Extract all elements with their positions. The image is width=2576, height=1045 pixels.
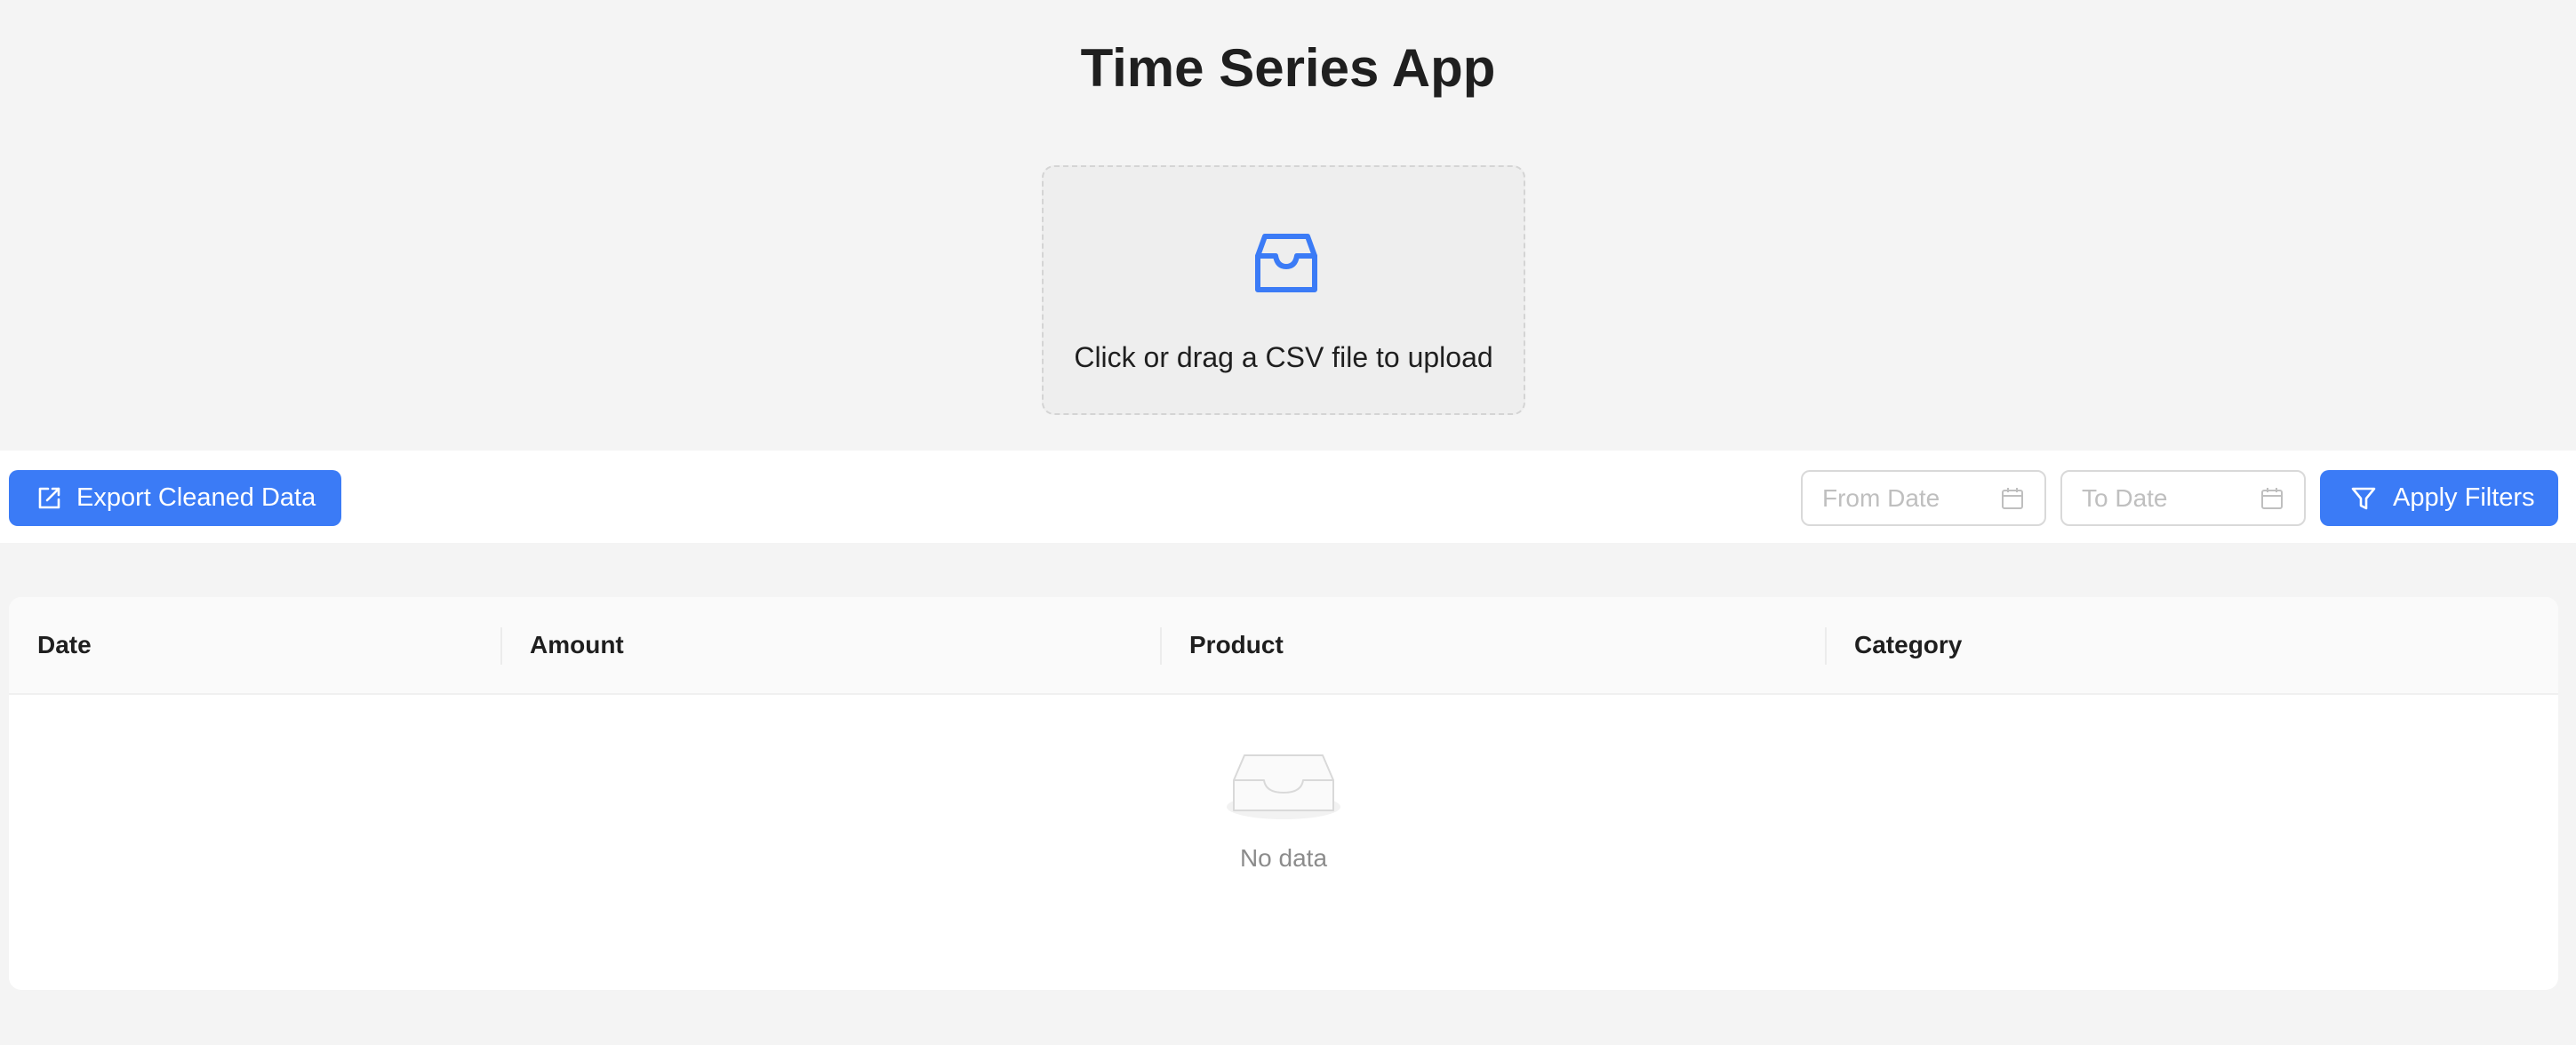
to-date-input[interactable] (2082, 483, 2260, 513)
column-header-date[interactable]: Date (9, 597, 501, 693)
calendar-icon (2002, 487, 2023, 509)
data-table: Date Amount Product Category No data (9, 597, 2558, 990)
toolbar: Export Cleaned Data Apply Filters (0, 451, 2576, 543)
export-icon (38, 487, 60, 508)
column-header-product[interactable]: Product (1161, 597, 1826, 693)
empty-state-text: No data (1239, 844, 1328, 872)
upload-prompt: Click or drag a CSV file to upload (1074, 341, 1493, 373)
calendar-icon (2261, 487, 2283, 509)
export-cleaned-data-button[interactable]: Export Cleaned Data (9, 470, 341, 526)
from-date-picker[interactable] (1801, 470, 2046, 526)
export-button-label: Export Cleaned Data (76, 483, 316, 512)
empty-inbox-icon (1227, 754, 1340, 819)
from-date-input[interactable] (1822, 483, 2000, 513)
filter-icon (2351, 487, 2376, 509)
apply-filters-label: Apply Filters (2393, 483, 2535, 512)
inbox-icon (1255, 234, 1317, 292)
table-header: Date Amount Product Category (9, 597, 2558, 695)
column-header-category[interactable]: Category (1826, 597, 2558, 693)
csv-upload-dropzone[interactable]: Click or drag a CSV file to upload (1042, 165, 1525, 415)
page-title: Time Series App (1080, 38, 1496, 98)
empty-state: No data (9, 695, 2558, 990)
to-date-picker[interactable] (2060, 470, 2306, 526)
apply-filters-button[interactable]: Apply Filters (2320, 470, 2558, 526)
column-header-amount[interactable]: Amount (501, 597, 1161, 693)
